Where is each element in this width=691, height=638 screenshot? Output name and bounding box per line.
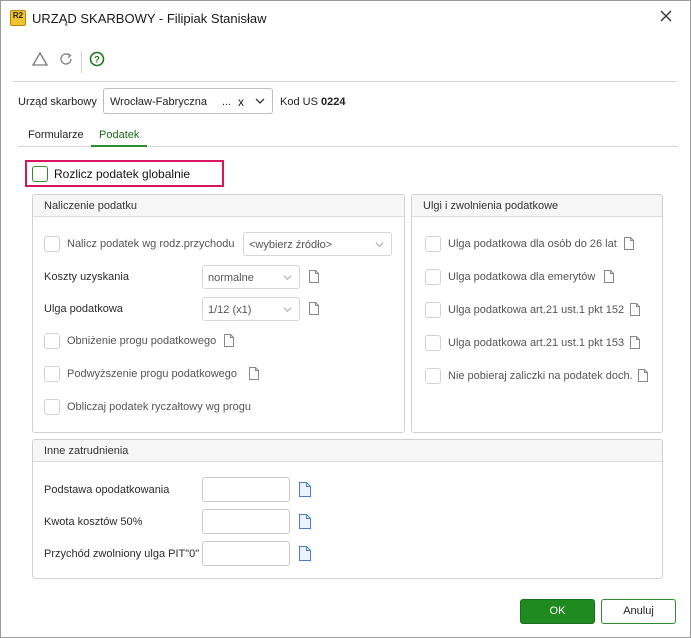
koszty-select[interactable]: normalne <box>202 265 300 289</box>
chevron-down-icon <box>282 304 293 318</box>
tab-bar: Formularze Podatek <box>18 125 678 147</box>
kod-us-label: Kod US <box>280 96 318 108</box>
document-icon[interactable] <box>629 303 641 316</box>
naliczenie-header: Naliczenie podatku <box>33 195 404 217</box>
ulga-26-checkbox[interactable] <box>425 236 441 252</box>
przychod-label: Przychód zwolniony ulga PIT"0" <box>44 548 200 560</box>
nie-pobieraj-checkbox[interactable] <box>425 368 441 384</box>
warning-triangle-icon[interactable] <box>31 51 52 71</box>
document-icon[interactable] <box>248 367 260 380</box>
help-icon[interactable]: ? <box>89 51 109 71</box>
podwyzszenie-label: Podwyższenie progu podatkowego <box>67 368 238 380</box>
inne-header: Inne zatrudnienia <box>33 440 662 462</box>
chevron-down-icon <box>282 272 293 286</box>
wg-rodz-checkbox[interactable] <box>44 236 60 252</box>
naliczenie-title: Naliczenie podatku <box>44 200 137 212</box>
ulga-label: Ulga podatkowa <box>44 303 123 315</box>
document-icon[interactable] <box>223 334 235 347</box>
ulgi-title: Ulgi i zwolnienia podatkowe <box>423 200 559 212</box>
koszty-value: normalne <box>208 272 254 284</box>
podwyzszenie-checkbox[interactable] <box>44 366 60 382</box>
ulga-152-label: Ulga podatkowa art.21 ust.1 pkt 152 <box>448 304 625 316</box>
obnizenie-label: Obniżenie progu podatkowego <box>67 335 217 347</box>
document-icon[interactable] <box>629 336 641 349</box>
naliczenie-panel: Naliczenie podatku Nalicz podatek wg rod… <box>32 194 405 433</box>
tab-podatek[interactable]: Podatek <box>91 129 148 147</box>
us-clear-button[interactable]: x <box>238 95 244 109</box>
global-tax-label: Rozlicz podatek globalnie <box>54 167 191 181</box>
global-tax-highlight: Rozlicz podatek globalnie <box>25 160 224 187</box>
us-label: Urząd skarbowy <box>18 96 97 108</box>
chevron-down-icon[interactable] <box>254 95 266 110</box>
document-icon[interactable] <box>308 270 320 283</box>
document-icon[interactable] <box>298 514 312 529</box>
close-icon[interactable] <box>656 9 676 29</box>
cancel-button[interactable]: Anuluj <box>601 599 676 624</box>
document-icon[interactable] <box>298 546 312 561</box>
svg-text:?: ? <box>94 55 100 66</box>
ulga-152-checkbox[interactable] <box>425 302 441 318</box>
us-select[interactable]: Wrocław-Fabryczna ... x <box>103 88 273 114</box>
podstawa-label: Podstawa opodatkowania <box>44 484 170 496</box>
toolbar-divider <box>13 81 677 82</box>
ryczaltowy-checkbox[interactable] <box>44 399 60 415</box>
refresh-icon[interactable] <box>58 51 78 71</box>
zrodlo-value: <wybierz źródło> <box>249 239 333 251</box>
przychod-input[interactable] <box>202 541 290 566</box>
toolbar: ? <box>18 47 678 77</box>
document-icon[interactable] <box>623 237 635 250</box>
obnizenie-checkbox[interactable] <box>44 333 60 349</box>
ulga-153-label: Ulga podatkowa art.21 ust.1 pkt 153 <box>448 337 625 349</box>
ulga-select[interactable]: 1/12 (x1) <box>202 297 300 321</box>
ulgi-header: Ulgi i zwolnienia podatkowe <box>412 195 662 217</box>
kwota-label: Kwota kosztów 50% <box>44 516 143 528</box>
app-logo-icon: R2 <box>10 10 26 26</box>
document-icon[interactable] <box>298 482 312 497</box>
ulga-emeryci-label: Ulga podatkowa dla emerytów <box>448 271 596 283</box>
podstawa-input[interactable] <box>202 477 290 502</box>
nie-pobieraj-label: Nie pobieraj zaliczki na podatek doch. <box>448 370 633 382</box>
chevron-down-icon <box>374 239 385 253</box>
us-select-value: Wrocław-Fabryczna <box>110 96 207 108</box>
title-bar: R2 URZĄD SKARBOWY - Filipiak Stanisław <box>1 1 690 35</box>
window-title: URZĄD SKARBOWY - Filipiak Stanisław <box>32 11 267 26</box>
koszty-label: Koszty uzyskania <box>44 271 129 283</box>
inne-title: Inne zatrudnienia <box>44 445 129 457</box>
app-logo-text: R2 <box>12 11 24 20</box>
ulga-value: 1/12 (x1) <box>208 304 252 316</box>
us-ellipsis-button[interactable]: ... <box>222 96 231 108</box>
ulga-153-checkbox[interactable] <box>425 335 441 351</box>
document-icon[interactable] <box>637 369 649 382</box>
dialog-window: R2 URZĄD SKARBOWY - Filipiak Stanisław ?… <box>0 0 691 638</box>
inne-panel: Inne zatrudnienia Podstawa opodatkowania… <box>32 439 663 579</box>
ryczaltowy-label: Obliczaj podatek ryczałtowy wg progu <box>67 401 252 413</box>
zrodlo-select[interactable]: <wybierz źródło> <box>243 232 392 256</box>
ulga-26-label: Ulga podatkowa dla osób do 26 lat <box>448 238 617 250</box>
kod-us-value: 0224 <box>321 96 346 108</box>
tab-formularze[interactable]: Formularze <box>20 129 92 147</box>
wg-rodz-label: Nalicz podatek wg rodz.przychodu <box>67 238 235 250</box>
ulgi-panel: Ulgi i zwolnienia podatkowe Ulga podatko… <box>411 194 663 433</box>
toolbar-separator <box>81 51 82 73</box>
document-icon[interactable] <box>603 270 615 283</box>
ulga-emeryci-checkbox[interactable] <box>425 269 441 285</box>
kwota-input[interactable] <box>202 509 290 534</box>
document-icon[interactable] <box>308 302 320 315</box>
ok-button[interactable]: OK <box>520 599 595 624</box>
global-tax-checkbox[interactable] <box>32 166 48 182</box>
